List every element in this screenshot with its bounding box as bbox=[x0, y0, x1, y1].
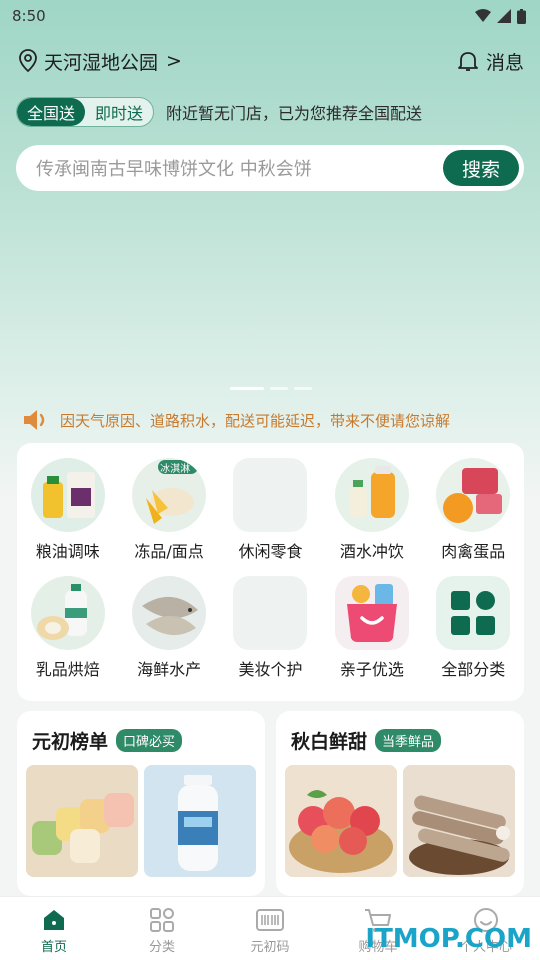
category-label: 海鲜水产 bbox=[137, 660, 202, 679]
category-label: 休闲零食 bbox=[238, 542, 303, 561]
seasonal-card-title: 秋白鲜甜 bbox=[291, 731, 368, 753]
category-label: 美妆个护 bbox=[238, 660, 303, 679]
category-label: 亲子优选 bbox=[339, 660, 404, 679]
frozen-badge: 冰淇淋 bbox=[160, 464, 191, 475]
product-image-milk-bottle[interactable] bbox=[144, 765, 256, 877]
tab-label: 首页 bbox=[40, 940, 67, 955]
banner-dot bbox=[294, 387, 312, 390]
grain-oil-icon bbox=[30, 458, 105, 532]
product-image-steamed-cakes[interactable] bbox=[26, 765, 138, 877]
category-seafood[interactable]: 海鲜水产 bbox=[118, 576, 219, 680]
dairy-bakery-icon bbox=[30, 576, 105, 650]
product-image-yams[interactable] bbox=[403, 765, 515, 877]
location-bar: 天河湿地公园 > 消息 bbox=[18, 46, 524, 76]
all-categories-icon bbox=[436, 576, 511, 650]
category-label: 冻品/面点 bbox=[134, 542, 204, 561]
meat-egg-icon bbox=[436, 458, 511, 532]
seasonal-card-tag: 当季鲜品 bbox=[375, 729, 442, 752]
category-kids[interactable]: 亲子优选 bbox=[321, 576, 422, 680]
tab-home[interactable]: 首页 bbox=[0, 897, 108, 960]
messages-label: 消息 bbox=[485, 51, 524, 74]
ranking-card[interactable]: 元初榜单 口碑必买 bbox=[17, 711, 265, 896]
category-frozen[interactable]: 冰淇淋 冻品/面点 bbox=[118, 458, 219, 562]
category-snacks[interactable]: 休闲零食 bbox=[220, 458, 321, 562]
delivery-note: 附近暂无门店，已为您推荐全国配送 bbox=[166, 104, 423, 123]
wifi-icon bbox=[475, 9, 491, 22]
mode-instant-tab[interactable]: 即时送 bbox=[85, 98, 153, 126]
beauty-icon bbox=[233, 576, 308, 650]
ranking-card-tag: 口碑必买 bbox=[116, 729, 183, 752]
banner-pagination bbox=[230, 387, 312, 390]
ranking-card-title: 元初榜单 bbox=[32, 731, 109, 753]
status-bar: 8:50 bbox=[0, 0, 540, 32]
tab-member-code[interactable]: 元初码 bbox=[216, 897, 324, 960]
barcode-icon bbox=[256, 909, 284, 931]
seafood-icon bbox=[132, 576, 207, 650]
banner-dot bbox=[270, 387, 288, 390]
messages-button[interactable]: 消息 bbox=[458, 48, 524, 75]
category-beauty[interactable]: 美妆个护 bbox=[220, 576, 321, 680]
category-drinks[interactable]: 酒水冲饮 bbox=[321, 458, 422, 562]
category-grain-oil[interactable]: 粮油调味 bbox=[17, 458, 118, 562]
banner-dot-active bbox=[230, 387, 264, 390]
search-button[interactable]: 搜索 bbox=[443, 150, 519, 186]
kids-bag-icon bbox=[334, 576, 409, 650]
category-label: 肉禽蛋品 bbox=[441, 542, 506, 561]
category-all[interactable]: 全部分类 bbox=[423, 576, 524, 680]
category-label: 全部分类 bbox=[441, 660, 506, 679]
location-selector[interactable]: 天河湿地公园 > bbox=[18, 48, 182, 75]
snack-icon bbox=[233, 458, 308, 532]
status-time: 8:50 bbox=[12, 7, 46, 25]
grid-icon bbox=[150, 908, 174, 932]
battery-icon bbox=[517, 8, 526, 24]
category-card: 粮油调味 冰淇淋 冻品/面点 休闲零食 酒水冲饮 肉禽蛋品 乳品烘焙 海鲜水产 … bbox=[17, 443, 524, 701]
drinks-icon bbox=[334, 458, 409, 532]
category-dairy-bakery[interactable]: 乳品烘焙 bbox=[17, 576, 118, 680]
tab-categories[interactable]: 分类 bbox=[108, 897, 216, 960]
seasonal-card[interactable]: 秋白鲜甜 当季鲜品 bbox=[276, 711, 524, 896]
watermark-logo: ITMOP.COM bbox=[365, 924, 532, 954]
seasonal-card-header: 秋白鲜甜 当季鲜品 bbox=[291, 727, 442, 754]
home-icon bbox=[44, 910, 64, 930]
delivery-row: 全国送 即时送 附近暂无门店，已为您推荐全国配送 bbox=[16, 97, 422, 127]
tab-label: 元初码 bbox=[250, 940, 290, 955]
search-bar[interactable]: 传承闽南古早味博饼文化 中秋会饼 搜索 bbox=[16, 145, 524, 191]
category-label: 粮油调味 bbox=[35, 542, 100, 561]
speaker-icon bbox=[24, 410, 45, 430]
search-input[interactable]: 传承闽南古早味博饼文化 中秋会饼 bbox=[36, 155, 312, 181]
notice-bar[interactable]: 因天气原因、道路积水，配送可能延迟，带来不便请您谅解 bbox=[22, 406, 450, 434]
category-label: 酒水冲饮 bbox=[339, 542, 404, 561]
frozen-food-icon: 冰淇淋 bbox=[132, 458, 207, 532]
delivery-mode-toggle: 全国送 即时送 bbox=[16, 97, 155, 127]
mode-nationwide-tab[interactable]: 全国送 bbox=[17, 98, 86, 126]
location-pin-icon bbox=[19, 49, 37, 73]
bell-icon bbox=[458, 52, 478, 71]
location-name: 天河湿地公园 bbox=[44, 51, 159, 74]
notice-text: 因天气原因、道路积水，配送可能延迟，带来不便请您谅解 bbox=[60, 411, 451, 430]
status-icons bbox=[475, 8, 526, 24]
signal-icon bbox=[497, 9, 511, 23]
ranking-card-header: 元初榜单 口碑必买 bbox=[32, 727, 183, 754]
category-meat-eggs[interactable]: 肉禽蛋品 bbox=[423, 458, 524, 562]
category-grid: 粮油调味 冰淇淋 冻品/面点 休闲零食 酒水冲饮 肉禽蛋品 乳品烘焙 海鲜水产 … bbox=[17, 458, 524, 680]
category-label: 乳品烘焙 bbox=[35, 660, 100, 679]
tab-label: 分类 bbox=[148, 940, 175, 955]
chevron-right-icon: > bbox=[166, 50, 182, 72]
product-image-apples[interactable] bbox=[285, 765, 397, 877]
